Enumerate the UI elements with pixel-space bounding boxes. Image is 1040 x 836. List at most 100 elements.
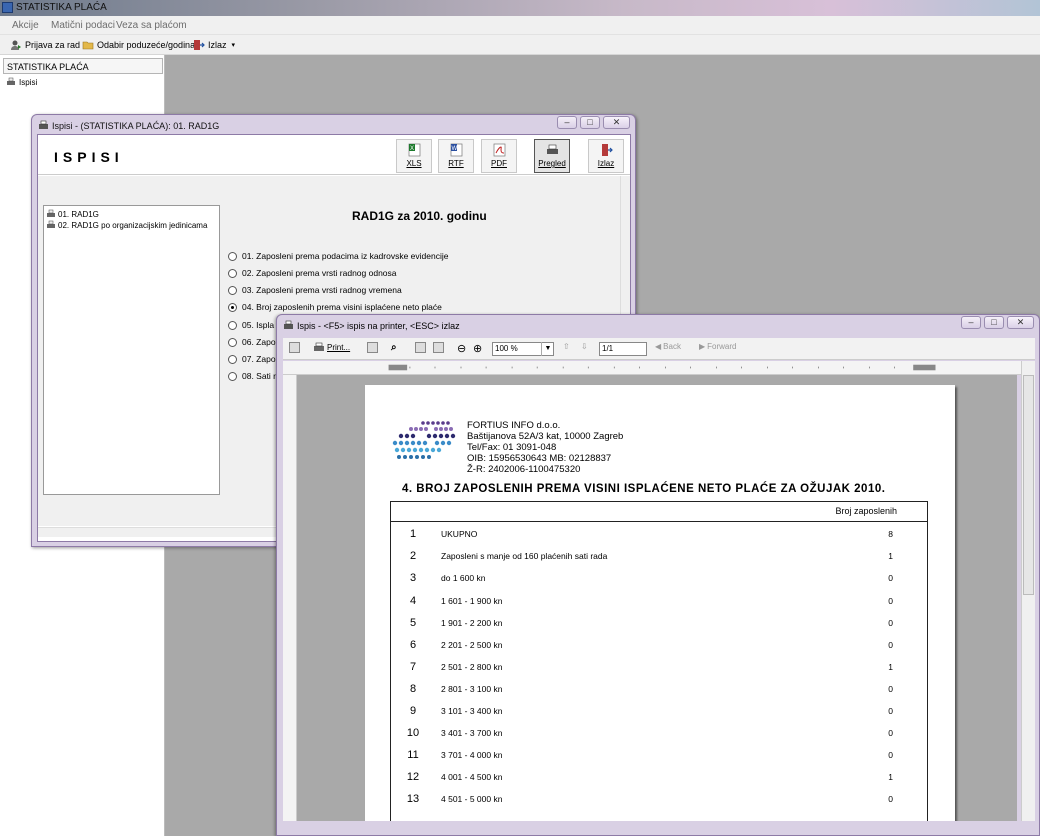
back-button[interactable]: ◀ Back [655, 342, 681, 351]
pdf-button[interactable]: PDF [481, 139, 517, 173]
zoom-out-button[interactable]: ⊖ [457, 342, 466, 355]
rtf-button[interactable]: W RTF [438, 139, 474, 173]
row-label: 3 401 - 3 700 kn [441, 728, 503, 738]
app-titlebar: STATISTIKA PLAĆA [0, 0, 1040, 16]
ispisi-header: ISPISI X XLS W RTF PDF Pregled Izlaz [38, 135, 630, 175]
vertical-scrollbar[interactable] [1021, 361, 1035, 821]
report-page: FORTIUS INFO d.o.o. Baštijanova 52A/3 ka… [365, 385, 955, 821]
menu-veza-sa-placom[interactable]: Veza sa plaćom [116, 20, 187, 31]
company-phone: Tel/Fax: 01 3091-048 [467, 442, 557, 453]
radio-icon [228, 285, 237, 295]
option-radio-1[interactable]: 01. Zaposleni prema podacima iz kadrovsk… [228, 251, 448, 261]
xls-button[interactable]: X XLS [396, 139, 432, 173]
pregled-button[interactable]: Pregled [534, 139, 570, 173]
row-value: 0 [888, 706, 893, 716]
izlaz-button[interactable]: Izlaz ▾ [193, 38, 235, 52]
forward-arrow-icon: ▶ [699, 342, 706, 351]
option-radio-3[interactable]: 03. Zaposleni prema vrsti radnog vremena [228, 285, 402, 295]
list-item-label: 02. RAD1G po organizacijskim jedinicama [58, 220, 208, 230]
svg-text:X: X [410, 146, 414, 152]
page-input[interactable]: 1/1 [599, 342, 647, 356]
window-controls: – □ ✕ [557, 116, 630, 129]
window-controls: – □ ✕ [961, 316, 1034, 329]
back-label: Back [663, 342, 681, 351]
izlaz-label: Izlaz [208, 40, 227, 50]
back-arrow-icon: ◀ [655, 342, 662, 351]
print-button[interactable]: Print... [313, 342, 350, 353]
app-title: STATISTIKA PLAĆA [16, 2, 107, 13]
minimize-button[interactable]: – [557, 116, 577, 129]
option-label: 06. Zapo [242, 337, 276, 347]
list-item[interactable]: 01. RAD1G [46, 209, 99, 219]
row-value: 0 [888, 573, 893, 583]
radio-icon [228, 371, 237, 381]
exit-door-icon [194, 40, 205, 50]
single-page-button[interactable] [415, 342, 426, 353]
izlaz-window-button[interactable]: Izlaz [588, 139, 624, 173]
zoom-in-button[interactable]: ⊕ [473, 342, 482, 355]
find-button[interactable]: ⌕ [391, 342, 397, 353]
horizontal-ruler [283, 361, 1029, 375]
menu-akcije[interactable]: Akcije [12, 20, 39, 31]
list-item[interactable]: 02. RAD1G po organizacijskim jedinicama [46, 220, 207, 230]
printer-icon [47, 209, 55, 217]
option-radio-5[interactable]: 05. Ispla [228, 320, 274, 330]
row-number: 12 [406, 771, 420, 783]
close-button[interactable]: ✕ [1007, 316, 1034, 329]
app-icon [2, 2, 13, 13]
folder-icon [82, 41, 94, 50]
sidebar-item-ispisi[interactable]: Ispisi [6, 77, 37, 87]
radio-icon [228, 251, 237, 261]
option-radio-2[interactable]: 02. Zaposleni prema vrsti radnog odnosa [228, 268, 397, 278]
sidebar-item-label: Ispisi [19, 77, 38, 87]
chevron-down-icon[interactable]: ▼ [541, 342, 554, 356]
maximize-button[interactable]: □ [580, 116, 600, 129]
minimize-button[interactable]: – [961, 316, 981, 329]
excel-icon: X [408, 143, 420, 157]
izlaz-window-label: Izlaz [597, 159, 615, 168]
odabir-button[interactable]: Odabir poduzeće/godina [82, 38, 195, 52]
chevron-down-icon[interactable]: ▾ [232, 41, 236, 49]
row-label: Zaposleni s manje od 160 plaćenih sati r… [441, 551, 608, 561]
option-radio-4[interactable]: 04. Broj zaposlenih prema visini isplaće… [228, 302, 442, 312]
menu-maticni-podaci[interactable]: Matični podaci [51, 20, 115, 31]
layout-button[interactable] [289, 342, 300, 353]
forward-button[interactable]: ▶ Forward [699, 342, 737, 351]
row-label: 2 801 - 3 100 kn [441, 684, 503, 694]
prijava-label: Prijava za rad [25, 40, 81, 50]
company-account: Ž-R: 2402006-1100475320 [467, 464, 581, 475]
row-number: 6 [409, 639, 417, 651]
pdf-label: PDF [491, 159, 507, 168]
table-row: 10 3 401 - 3 700 kn 0 [391, 723, 927, 745]
table-row: 3 do 1 600 kn 0 [391, 568, 927, 590]
binoculars-icon: ⌕ [391, 342, 397, 353]
option-radio-8[interactable]: 08. Sati r [228, 371, 276, 381]
fortius-logo-icon [392, 421, 456, 459]
row-number: 3 [409, 572, 417, 584]
scrollbar-thumb[interactable] [1023, 375, 1034, 595]
maximize-button[interactable]: □ [984, 316, 1004, 329]
option-radio-6[interactable]: 06. Zapo [228, 337, 276, 347]
layout-icon [289, 342, 300, 353]
row-value: 0 [888, 794, 893, 804]
prev-page-button[interactable]: ⇧ [563, 342, 570, 351]
row-number: 2 [409, 550, 417, 562]
row-value: 0 [888, 596, 893, 606]
option-radio-7[interactable]: 07. Zapo [228, 354, 276, 364]
next-page-button[interactable]: ⇩ [581, 342, 588, 351]
copy-button[interactable] [367, 342, 378, 353]
row-label: 4 001 - 4 500 kn [441, 772, 503, 782]
row-number: 5 [409, 617, 417, 629]
table-row: 8 2 801 - 3 100 kn 0 [391, 679, 927, 701]
report-list: 01. RAD1G 02. RAD1G po organizacijskim j… [43, 205, 220, 495]
vertical-ruler [283, 375, 297, 821]
pdf-icon [493, 143, 505, 157]
close-button[interactable]: ✕ [603, 116, 630, 129]
radio-selected-icon [228, 302, 237, 312]
ispisi-window-title: Ispisi - (STATISTIKA PLAĆA): 01. RAD1G [52, 121, 220, 131]
company-oib: OIB: 15956530643 MB: 02128837 [467, 453, 612, 464]
report-heading: 4. BROJ ZAPOSLENIH PREMA VISINI ISPLAĆEN… [402, 483, 886, 495]
multi-page-button[interactable] [433, 342, 444, 353]
table-row: 1 UKUPNO 8 [391, 524, 927, 546]
prijava-button[interactable]: Prijava za rad [10, 38, 80, 52]
